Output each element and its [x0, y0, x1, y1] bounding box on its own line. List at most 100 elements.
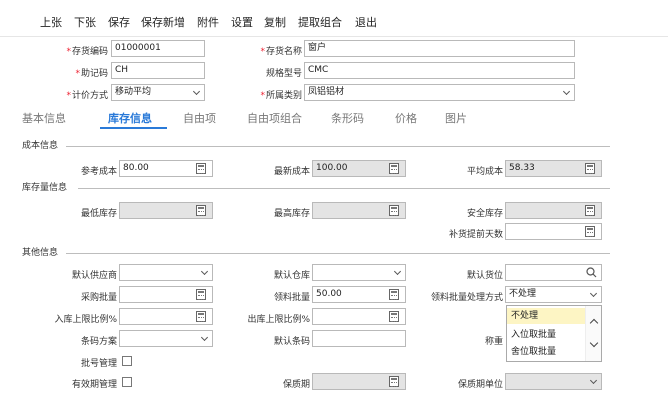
- calculator-icon[interactable]: [389, 311, 399, 322]
- barcode-scheme-select[interactable]: [119, 330, 213, 347]
- calculator-icon[interactable]: [196, 311, 206, 322]
- ref-cost-label: 参考成本: [80, 167, 117, 177]
- calculator-icon[interactable]: [196, 205, 206, 216]
- calculator-icon[interactable]: [196, 163, 206, 174]
- pick-batch-input[interactable]: 50.00: [312, 286, 406, 303]
- mnemonic-label: *助记码: [75, 69, 108, 79]
- exit-button[interactable]: 退出: [355, 14, 377, 30]
- name-input[interactable]: 窗户: [304, 40, 575, 57]
- tab-images[interactable]: 图片: [445, 110, 467, 126]
- tab-price[interactable]: 价格: [395, 110, 417, 126]
- location-label: 默认货位: [466, 271, 503, 281]
- attachment-button[interactable]: 附件: [197, 14, 219, 30]
- expiry-mgmt-checkbox[interactable]: [122, 377, 132, 387]
- mnemonic-input[interactable]: CH: [111, 62, 205, 79]
- section-divider: [78, 188, 610, 189]
- warehouse-select[interactable]: [312, 264, 406, 281]
- category-label: *所属类别: [260, 91, 302, 101]
- pick-batch-label: 领料批量: [273, 293, 310, 303]
- dropdown-option[interactable]: 入位取批量: [507, 327, 586, 343]
- tab-free-items[interactable]: 自由项: [183, 110, 216, 126]
- pick-method-select[interactable]: 不处理: [505, 286, 602, 303]
- tab-barcode[interactable]: 条形码: [331, 110, 364, 126]
- shelf-life-label: 保质期: [282, 380, 310, 390]
- batch-mgmt-checkbox[interactable]: [122, 356, 132, 366]
- ref-cost-input[interactable]: 80.00: [119, 160, 213, 177]
- lead-days-label: 补货提前天数: [448, 230, 503, 240]
- avg-cost-label: 平均成本: [466, 167, 503, 177]
- calculator-icon[interactable]: [389, 289, 399, 300]
- chevron-down-icon: [562, 87, 571, 96]
- spec-label: 规格型号: [265, 69, 302, 79]
- save-button[interactable]: 保存: [108, 14, 130, 30]
- min-stock-input[interactable]: [119, 202, 213, 219]
- calculator-icon[interactable]: [585, 226, 595, 237]
- purchase-batch-label: 采购批量: [80, 293, 117, 303]
- chevron-down-icon[interactable]: [589, 338, 599, 348]
- chevron-down-icon: [589, 289, 598, 298]
- section-title-other: 其他信息: [22, 248, 59, 258]
- min-stock-label: 最低库存: [80, 209, 117, 219]
- extract-combo-button[interactable]: 提取组合: [298, 14, 342, 30]
- in-limit-label: 入库上限比例%: [54, 315, 117, 325]
- chevron-down-icon: [589, 376, 598, 385]
- section-divider: [66, 253, 610, 254]
- default-barcode-input[interactable]: [312, 330, 406, 347]
- next-button[interactable]: 下张: [74, 14, 96, 30]
- tab-free-item-combo[interactable]: 自由项组合: [247, 110, 302, 126]
- out-limit-input[interactable]: [312, 308, 406, 325]
- safe-stock-label: 安全库存: [466, 209, 503, 219]
- copy-button[interactable]: 复制: [264, 14, 286, 30]
- chevron-down-icon: [200, 267, 209, 276]
- spec-input[interactable]: CMC: [304, 62, 575, 79]
- chevron-down-icon: [393, 267, 402, 276]
- max-stock-input[interactable]: [312, 202, 406, 219]
- section-title-stock: 库存量信息: [22, 183, 68, 193]
- tab-basic-info[interactable]: 基本信息: [22, 110, 66, 126]
- chevron-down-icon: [200, 333, 209, 342]
- section-title-cost: 成本信息: [22, 141, 59, 151]
- code-label: *存货编码: [66, 47, 108, 57]
- code-input[interactable]: 01000001: [111, 40, 205, 57]
- name-label: *存货名称: [260, 47, 302, 57]
- lead-days-input[interactable]: [505, 223, 602, 240]
- pick-method-dropdown: 不处理 入位取批量 舍位取批量: [506, 305, 602, 362]
- tab-stock-info[interactable]: 库存信息: [108, 110, 152, 126]
- in-limit-input[interactable]: [119, 308, 213, 325]
- calculator-icon[interactable]: [585, 205, 595, 216]
- supplier-select[interactable]: [119, 264, 213, 281]
- calculator-icon[interactable]: [196, 289, 206, 300]
- out-limit-label: 出库上限比例%: [247, 315, 310, 325]
- dropdown-option[interactable]: 不处理: [507, 308, 586, 324]
- valuation-label: *计价方式: [66, 91, 108, 101]
- save-new-button[interactable]: 保存新增: [141, 14, 185, 30]
- calculator-icon[interactable]: [389, 163, 399, 174]
- category-select[interactable]: 凤铝铝材: [304, 84, 575, 101]
- dropdown-scrollbar[interactable]: [585, 306, 601, 361]
- calculator-icon[interactable]: [585, 163, 595, 174]
- shelf-unit-label: 保质期单位: [457, 380, 503, 390]
- settings-button[interactable]: 设置: [231, 14, 253, 30]
- section-divider: [66, 146, 610, 147]
- valuation-select[interactable]: 移动平均: [111, 84, 205, 101]
- chevron-up-icon[interactable]: [589, 318, 599, 328]
- latest-cost-input[interactable]: 100.00: [312, 160, 406, 177]
- dropdown-option[interactable]: 舍位取批量: [507, 344, 586, 360]
- location-input[interactable]: [505, 264, 602, 281]
- default-barcode-label: 默认条码: [273, 337, 310, 347]
- calculator-icon[interactable]: [389, 205, 399, 216]
- toolbar-divider: [0, 36, 668, 37]
- expiry-mgmt-label: 有效期管理: [71, 380, 117, 390]
- prev-button[interactable]: 上张: [40, 14, 62, 30]
- shelf-life-input[interactable]: [312, 373, 406, 390]
- calculator-icon[interactable]: [389, 376, 399, 387]
- max-stock-label: 最高库存: [273, 209, 310, 219]
- safe-stock-input[interactable]: [505, 202, 602, 219]
- pick-method-label: 领料批量处理方式: [430, 293, 503, 303]
- shelf-unit-select[interactable]: [505, 373, 602, 390]
- avg-cost-input[interactable]: 58.33: [505, 160, 602, 177]
- batch-mgmt-label: 批号管理: [80, 359, 117, 369]
- search-icon[interactable]: [586, 267, 597, 278]
- latest-cost-label: 最新成本: [273, 167, 310, 177]
- purchase-batch-input[interactable]: [119, 286, 213, 303]
